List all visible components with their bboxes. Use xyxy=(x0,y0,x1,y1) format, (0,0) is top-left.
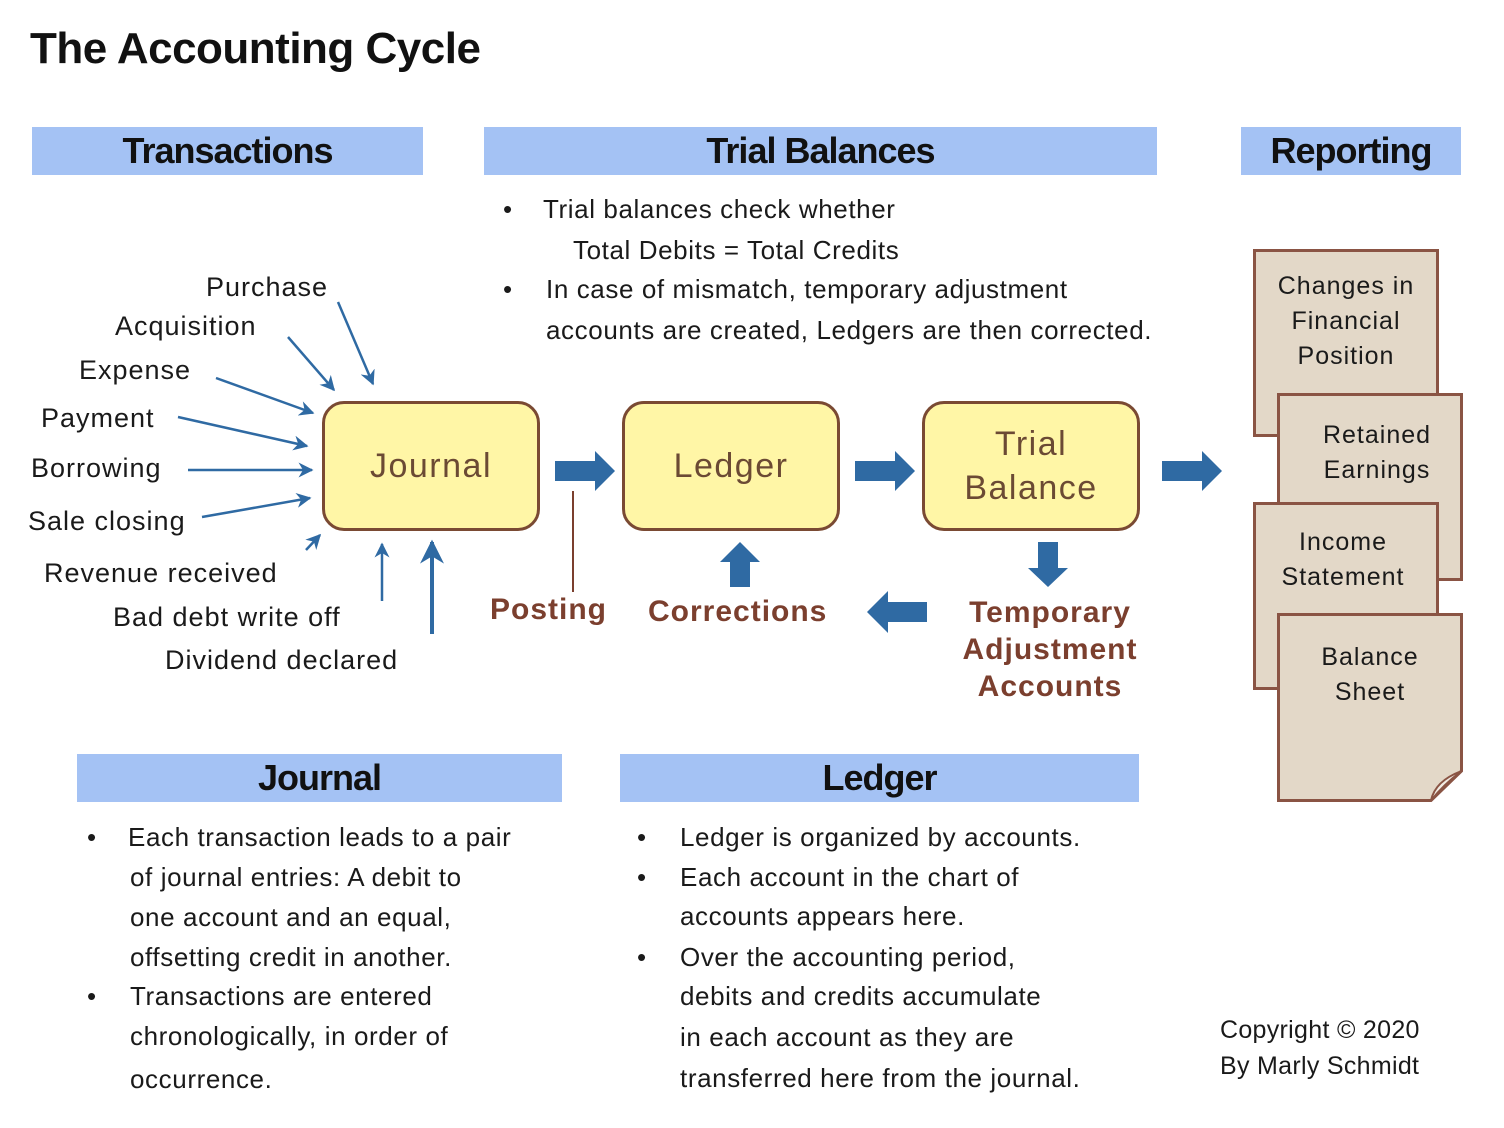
note-line: debits and credits accumulate xyxy=(680,981,1042,1011)
node-journal[interactable]: Journal xyxy=(322,401,540,531)
note-line: one account and an equal, xyxy=(130,902,452,932)
transaction-label: Payment xyxy=(41,403,155,433)
block-arrow-corrections-to-ledger xyxy=(720,542,760,587)
note-line: accounts appears here. xyxy=(680,901,965,931)
note-line: Over the accounting period, xyxy=(680,942,1016,972)
bullet-dot: • xyxy=(503,274,513,304)
block-arrow-journal-to-ledger xyxy=(555,451,615,491)
section-header-trial-balances: Trial Balances xyxy=(484,127,1157,175)
transaction-label: Bad debt write off xyxy=(113,602,341,632)
arrow-acquisition xyxy=(287,336,335,392)
note-line: Transactions are entered xyxy=(130,981,433,1011)
section-header-transactions: Transactions xyxy=(32,127,423,175)
bullet-dot: • xyxy=(87,822,97,852)
note-line: chronologically, in order of xyxy=(130,1021,449,1051)
report-line: Balance xyxy=(1321,643,1419,671)
report-line: Financial xyxy=(1291,307,1401,335)
block-arrow-ledger-to-trial xyxy=(855,451,915,491)
block-arrow-trial-to-reporting xyxy=(1162,451,1222,491)
arrow-expense xyxy=(215,376,315,416)
arrow-revenue-received xyxy=(305,533,322,551)
report-line: Earnings xyxy=(1323,456,1431,484)
note-line: transferred here from the journal. xyxy=(680,1063,1081,1093)
bullet-dot: • xyxy=(637,862,647,892)
transaction-label: Sale closing xyxy=(28,506,186,536)
copyright: Copyright © 2020 By Marly Schmidt xyxy=(1220,1012,1420,1084)
report-line: Retained xyxy=(1322,421,1432,449)
node-trial-balance-line: Trial xyxy=(994,425,1068,463)
arrow-sale-closing xyxy=(201,492,312,519)
transaction-label: Borrowing xyxy=(31,453,162,483)
note-line: Ledger is organized by accounts. xyxy=(680,822,1081,852)
page-title: The Accounting Cycle xyxy=(30,24,481,73)
bullet-dot: • xyxy=(637,942,647,972)
note-line: Each account in the chart of xyxy=(680,862,1020,892)
label-line: Temporary xyxy=(969,596,1131,629)
transaction-label: Purchase xyxy=(206,272,329,302)
arrow-purchase xyxy=(336,301,375,386)
block-arrow-adjustment-to-corrections xyxy=(867,591,927,633)
arrow-payment xyxy=(177,415,309,451)
node-ledger[interactable]: Ledger xyxy=(622,401,840,531)
transaction-label: Expense xyxy=(79,355,192,385)
node-trial-balance[interactable]: Trial Balance xyxy=(922,401,1140,531)
report-balance-sheet[interactable]: Balance Sheet xyxy=(1277,613,1463,802)
transaction-label: Revenue received xyxy=(44,558,278,588)
report-line: Income xyxy=(1299,528,1387,556)
note-line: accounts are created, Ledgers are then c… xyxy=(546,315,1153,345)
transaction-label: Acquisition xyxy=(115,311,257,341)
block-arrow-trial-to-adjustment xyxy=(1028,542,1068,587)
note-line: offsetting credit in another. xyxy=(130,942,452,972)
label-temporary-adjustment-accounts: Temporary Adjustment Accounts xyxy=(940,594,1160,705)
note-line: Trial balances check whether xyxy=(543,194,896,224)
report-line: Statement xyxy=(1281,563,1405,591)
copyright-author: By Marly Schmidt xyxy=(1220,1052,1420,1080)
section-header-journal: Journal xyxy=(77,754,562,802)
note-line: Total Debits = Total Credits xyxy=(573,235,900,265)
node-ledger-label: Ledger xyxy=(673,447,789,485)
note-line: in each account as they are xyxy=(680,1022,1015,1052)
section-header-ledger: Ledger xyxy=(620,754,1139,802)
label-line: Accounts xyxy=(977,670,1123,703)
transaction-label: Dividend declared xyxy=(165,645,399,675)
note-line: Each transaction leads to a pair xyxy=(128,822,512,852)
note-line: occurrence. xyxy=(130,1064,273,1094)
label-posting: Posting xyxy=(490,593,607,626)
bullet-dot: • xyxy=(637,822,647,852)
bullet-dot: • xyxy=(87,981,97,1011)
node-trial-balance-line: Balance xyxy=(964,469,1098,507)
report-line: Sheet xyxy=(1334,678,1406,706)
bullet-dot: • xyxy=(503,194,513,224)
label-line: Adjustment xyxy=(962,633,1138,666)
note-line: In case of mismatch, temporary adjustmen… xyxy=(546,274,1068,304)
report-line: Changes in xyxy=(1277,272,1415,300)
label-corrections: Corrections xyxy=(648,595,828,628)
note-line: of journal entries: A debit to xyxy=(130,862,462,892)
report-line: Position xyxy=(1297,342,1395,370)
node-journal-label: Journal xyxy=(369,447,492,485)
copyright-line: Copyright © 2020 xyxy=(1220,1016,1420,1044)
section-header-reporting: Reporting xyxy=(1241,127,1461,175)
